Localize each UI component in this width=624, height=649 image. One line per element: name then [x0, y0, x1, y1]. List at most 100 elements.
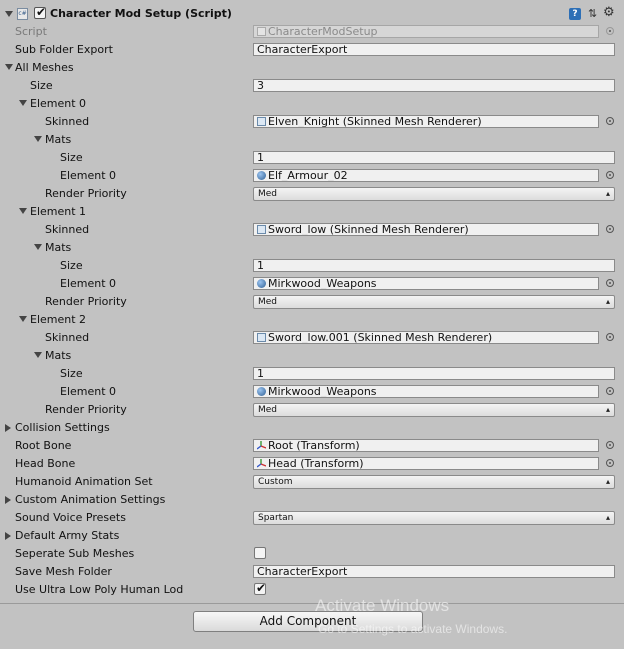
element-0-mats-foldout[interactable]: Mats	[0, 131, 624, 149]
dropdown-arrow-icon: ▴	[605, 513, 610, 522]
element-0-foldout[interactable]: Element 0	[0, 95, 624, 113]
material-field[interactable]: Mirkwood_Weapons	[253, 277, 599, 290]
render-priority-label: Render Priority	[45, 403, 127, 416]
render-priority-label: Render Priority	[45, 187, 127, 200]
gear-icon[interactable]: ⚙	[603, 6, 615, 20]
render-priority-dropdown[interactable]: Med ▴	[253, 187, 615, 201]
skinned-label: Skinned	[45, 331, 90, 344]
all-meshes-foldout[interactable]: All Meshes	[0, 59, 624, 77]
element-2-skinned-row: Skinned Sword_low.001 (Skinned Mesh Rend…	[0, 329, 624, 347]
material-value: Mirkwood_Weapons	[268, 385, 377, 398]
element-1-foldout[interactable]: Element 1	[0, 203, 624, 221]
component-foldout[interactable]	[5, 11, 13, 17]
render-priority-dropdown[interactable]: Med ▴	[253, 295, 615, 309]
object-picker-icon[interactable]	[606, 171, 614, 179]
humanoid-animation-set-dropdown[interactable]: Custom ▴	[253, 475, 615, 489]
material-value: Elf_Armour_02	[268, 169, 348, 182]
foldout-closed-icon	[5, 424, 11, 432]
component-enabled-checkbox[interactable]: ✔	[34, 5, 47, 19]
size-label: Size	[60, 259, 83, 272]
collision-settings-foldout[interactable]: Collision Settings	[0, 419, 624, 437]
material-field[interactable]: Elf_Armour_02	[253, 169, 599, 182]
sub-folder-export-row: Sub Folder Export CharacterExport	[0, 41, 624, 59]
object-picker-icon[interactable]	[606, 441, 614, 449]
element-1-render-priority-row: Render Priority Med ▴	[0, 293, 624, 311]
sub-folder-export-input[interactable]: CharacterExport	[253, 43, 615, 56]
all-meshes-size-input[interactable]: 3	[253, 79, 615, 92]
dropdown-arrow-icon: ▴	[605, 405, 610, 414]
object-picker-icon[interactable]	[606, 117, 614, 125]
head-bone-field[interactable]: Head (Transform)	[253, 457, 599, 470]
object-picker-icon[interactable]	[606, 279, 614, 287]
mats-label: Mats	[45, 241, 72, 254]
save-mesh-folder-input[interactable]: CharacterExport	[253, 565, 615, 578]
material-value: Mirkwood_Weapons	[268, 277, 377, 290]
render-priority-label: Render Priority	[45, 295, 127, 308]
dropdown-value: Med	[258, 405, 278, 415]
element-0-render-priority-row: Render Priority Med ▴	[0, 185, 624, 203]
save-mesh-folder-row: Save Mesh Folder CharacterExport	[0, 563, 624, 581]
collision-settings-label: Collision Settings	[15, 421, 110, 434]
root-bone-field[interactable]: Root (Transform)	[253, 439, 599, 452]
element-1-mats-foldout[interactable]: Mats	[0, 239, 624, 257]
skinned-value: Sword_low (Skinned Mesh Renderer)	[268, 223, 469, 236]
check-icon: ✔	[36, 5, 47, 19]
divider	[0, 603, 624, 604]
all-meshes-label: All Meshes	[15, 61, 74, 74]
root-bone-value: Root (Transform)	[268, 439, 360, 452]
foldout-open-icon	[5, 64, 13, 70]
custom-animation-settings-foldout[interactable]: Custom Animation Settings	[0, 491, 624, 509]
element-label: Element 2	[30, 313, 87, 326]
size-label: Size	[30, 79, 53, 92]
seperate-sub-meshes-checkbox[interactable]	[254, 547, 266, 559]
ultra-low-poly-checkbox[interactable]: ✔	[254, 581, 267, 595]
skinned-field[interactable]: Sword_low.001 (Skinned Mesh Renderer)	[253, 331, 599, 344]
object-picker-icon[interactable]	[606, 387, 614, 395]
ultra-low-poly-label: Use Ultra Low Poly Human Lod	[15, 583, 184, 596]
default-army-stats-foldout[interactable]: Default Army Stats	[0, 527, 624, 545]
element-0-skinned-row: Skinned Elven_Knight (Skinned Mesh Rende…	[0, 113, 624, 131]
foldout-open-icon	[34, 244, 42, 250]
check-icon: ✔	[256, 581, 267, 595]
element-1-mat-row: Element 0 Mirkwood_Weapons	[0, 275, 624, 293]
mats-label: Mats	[45, 133, 72, 146]
mats-size-input[interactable]: 1	[253, 367, 615, 380]
save-mesh-folder-label: Save Mesh Folder	[15, 565, 112, 578]
skinned-mesh-icon	[257, 333, 266, 342]
dropdown-value: Med	[258, 297, 278, 307]
object-picker-icon[interactable]	[606, 333, 614, 341]
mats-size-input[interactable]: 1	[253, 259, 615, 272]
seperate-sub-meshes-label: Seperate Sub Meshes	[15, 547, 135, 560]
script-component-icon: c#	[17, 8, 28, 20]
element-2-mats-foldout[interactable]: Mats	[0, 347, 624, 365]
activate-windows-watermark: Activate Windows	[315, 596, 450, 615]
presets-icon[interactable]: ⇅	[588, 7, 597, 20]
size-label: Size	[60, 367, 83, 380]
object-picker-icon[interactable]	[606, 459, 614, 467]
element-1-mats-size-row: Size 1	[0, 257, 624, 275]
skinned-value: Elven_Knight (Skinned Mesh Renderer)	[268, 115, 482, 128]
script-row: Script CharacterModSetup	[0, 23, 624, 41]
skinned-field[interactable]: Elven_Knight (Skinned Mesh Renderer)	[253, 115, 599, 128]
custom-animation-settings-label: Custom Animation Settings	[15, 493, 166, 506]
help-icon[interactable]: ?	[569, 8, 581, 20]
skinned-field[interactable]: Sword_low (Skinned Mesh Renderer)	[253, 223, 599, 236]
sound-voice-presets-dropdown[interactable]: Spartan ▴	[253, 511, 615, 525]
head-bone-value: Head (Transform)	[268, 457, 364, 470]
element-0-mat-row: Element 0 Elf_Armour_02	[0, 167, 624, 185]
material-field[interactable]: Mirkwood_Weapons	[253, 385, 599, 398]
render-priority-dropdown[interactable]: Med ▴	[253, 403, 615, 417]
seperate-sub-meshes-row: Seperate Sub Meshes	[0, 545, 624, 563]
skinned-mesh-icon	[257, 225, 266, 234]
component-header: c# ✔ Character Mod Setup (Script) ? ⇅ ⚙	[0, 5, 624, 24]
material-sphere-icon	[257, 279, 266, 288]
head-bone-row: Head Bone Head (Transform)	[0, 455, 624, 473]
foldout-open-icon	[19, 100, 27, 106]
mats-size-input[interactable]: 1	[253, 151, 615, 164]
element-2-render-priority-row: Render Priority Med ▴	[0, 401, 624, 419]
object-picker-icon[interactable]	[606, 225, 614, 233]
element-2-foldout[interactable]: Element 2	[0, 311, 624, 329]
skinned-value: Sword_low.001 (Skinned Mesh Renderer)	[268, 331, 493, 344]
head-bone-label: Head Bone	[15, 457, 76, 470]
mat-element-label: Element 0	[60, 277, 117, 290]
